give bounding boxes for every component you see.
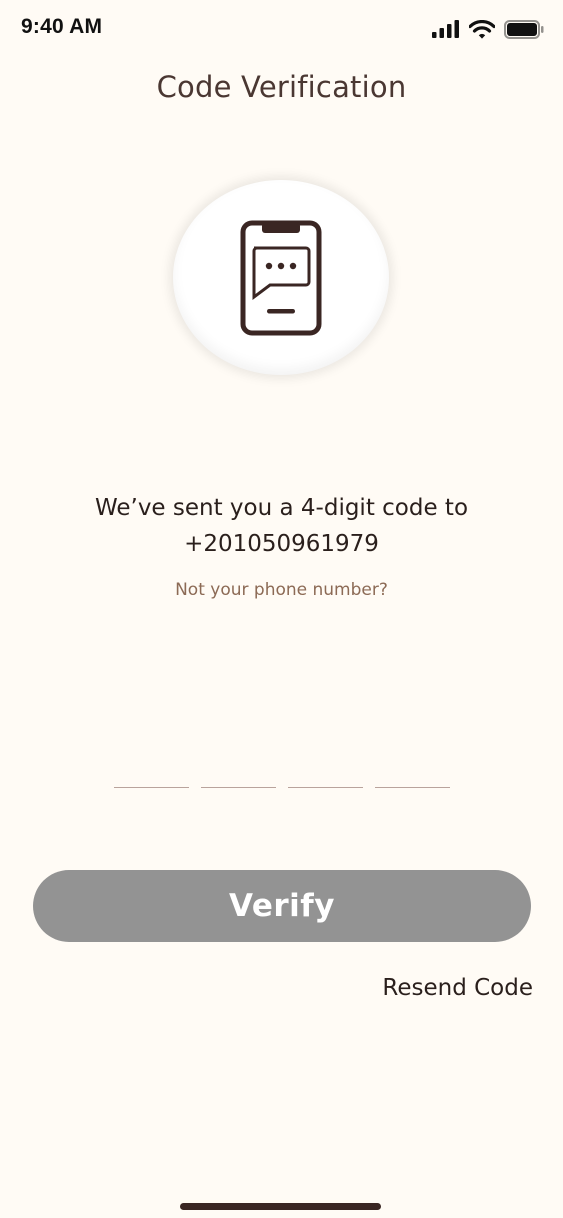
code-sent-message: We’ve sent you a 4-digit code to +201050… (0, 490, 563, 562)
not-your-number-link[interactable]: Not your phone number? (0, 580, 563, 600)
otp-digit-3[interactable] (288, 760, 363, 788)
verification-screen: 9:40 AM Code Verification We’ve sent you… (0, 0, 563, 1218)
illustration-circle (173, 180, 389, 375)
code-sent-text: We’ve sent you a 4-digit code to (94, 495, 469, 521)
otp-digit-1[interactable] (114, 760, 189, 788)
otp-digit-2[interactable] (201, 760, 276, 788)
phone-message-icon (240, 220, 322, 335)
otp-inputs (114, 760, 450, 788)
status-time: 9:40 AM (21, 15, 103, 38)
otp-digit-4[interactable] (375, 760, 450, 788)
phone-number: +201050961979 (184, 531, 379, 557)
battery-icon (504, 19, 544, 39)
verify-button[interactable]: Verify (33, 870, 531, 942)
status-icons (432, 18, 544, 40)
home-indicator (180, 1203, 381, 1210)
wifi-icon (469, 19, 495, 39)
page-title: Code Verification (156, 70, 407, 104)
resend-code-link[interactable]: Resend Code (382, 975, 533, 1001)
cellular-signal-icon (432, 20, 459, 38)
